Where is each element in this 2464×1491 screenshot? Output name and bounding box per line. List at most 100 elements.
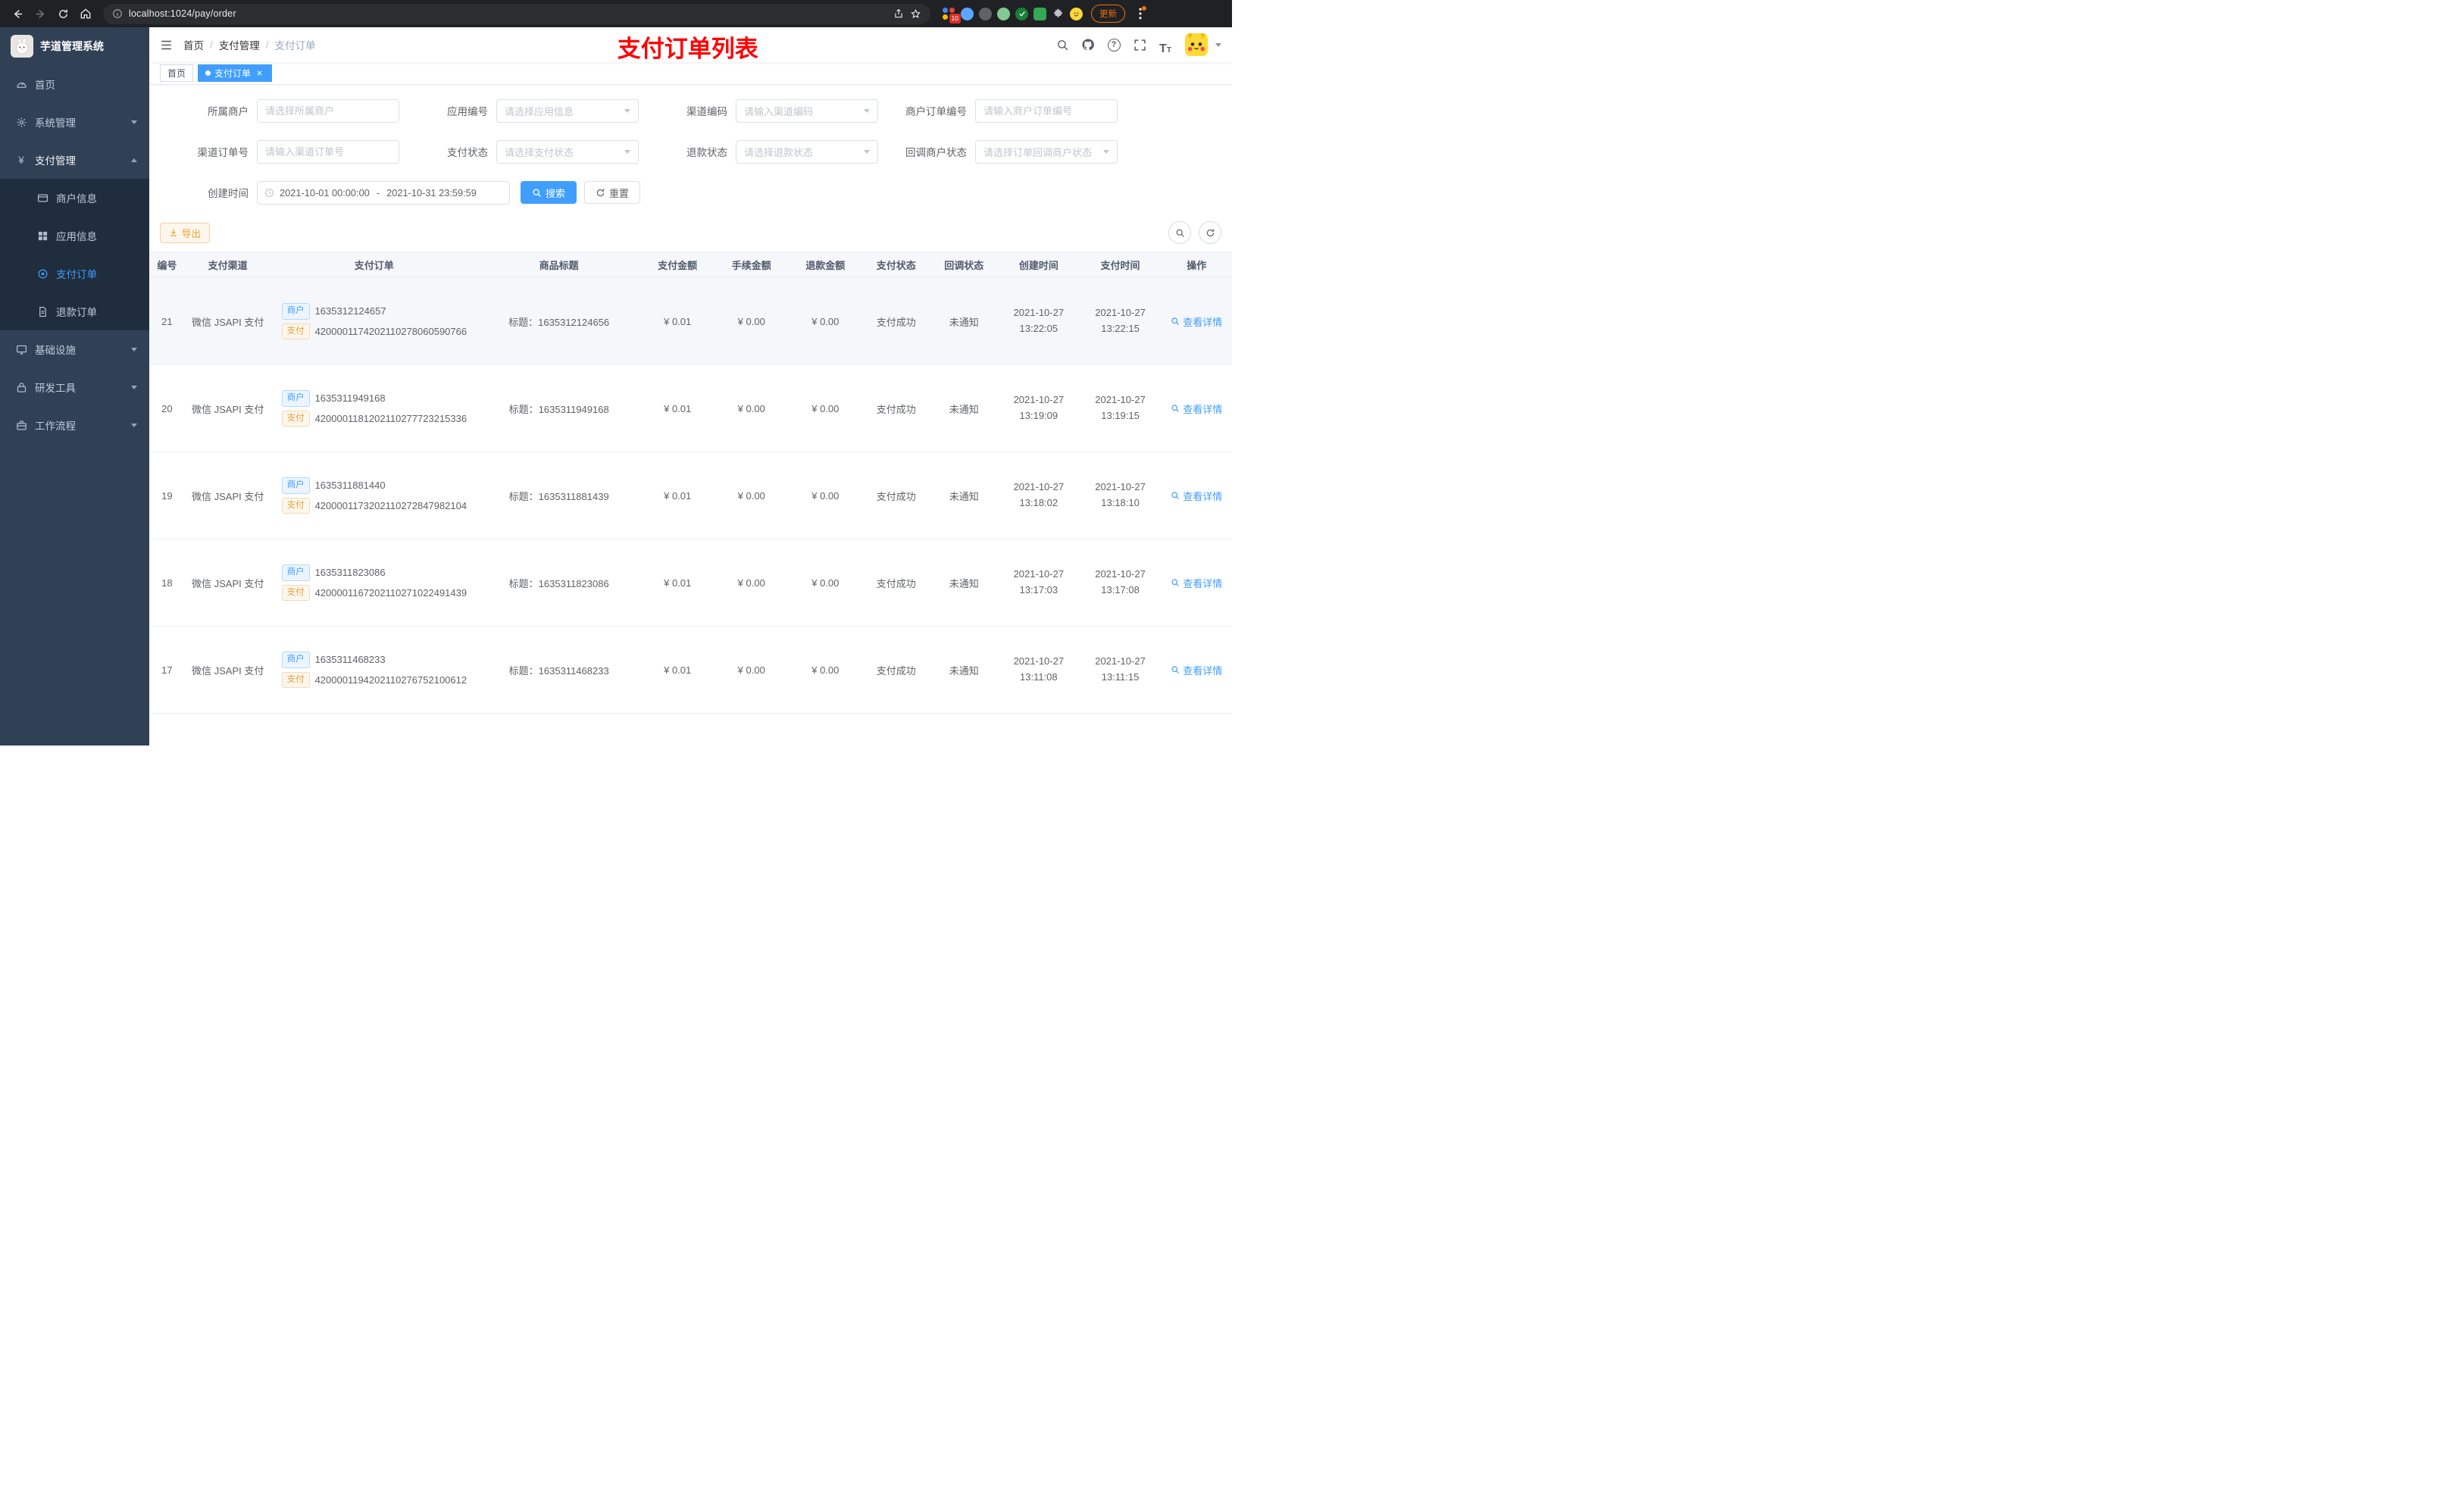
goods-title: 标题：1635311881439 <box>508 490 609 502</box>
top-navbar: 首页 / 支付管理 / 支付订单 支付订单列表 ? T T <box>149 27 1232 62</box>
profile-avatar-icon[interactable] <box>1070 7 1083 20</box>
filter-channel-code: 渠道编码 请输入渠道编码 <box>639 98 878 123</box>
filter-create-time: 创建时间 2021-10-01 00:00:00 - 2021-10-31 23… <box>160 180 641 205</box>
view-detail-link[interactable]: 查看详情 <box>1171 402 1222 416</box>
pay-channel: 微信 JSAPI 支付 <box>191 577 264 589</box>
date-end[interactable]: 2021-10-31 23:59:59 <box>386 187 477 198</box>
navbar-actions: ? TT <box>1052 33 1232 56</box>
site-info-icon[interactable] <box>112 8 123 19</box>
tab-pay-order[interactable]: 支付订单 <box>198 64 273 82</box>
channel-code-select[interactable]: 请输入渠道编码 <box>736 98 878 123</box>
search-button[interactable]: 搜索 <box>521 181 577 204</box>
font-size-icon[interactable]: TT <box>1155 34 1176 55</box>
create-time: 2021-10-27 13:19:09 <box>1013 394 1065 421</box>
search-button-label: 搜索 <box>546 187 566 199</box>
avatar-caret-icon[interactable] <box>1215 42 1221 47</box>
share-icon[interactable] <box>893 8 904 19</box>
sidebar-item-workflow[interactable]: 工作流程 <box>0 406 149 444</box>
merchant-tag: 商户 <box>281 652 310 668</box>
channel-order-no-field[interactable] <box>265 145 391 158</box>
close-icon[interactable] <box>255 68 264 78</box>
filter-channel-order-no: 渠道订单号 <box>160 139 399 164</box>
sidebar-item-merchant-info[interactable]: 商户信息 <box>0 179 149 217</box>
pay-time: 2021-10-27 13:17:08 <box>1095 568 1146 595</box>
reset-button[interactable]: 重置 <box>584 181 641 204</box>
notify-status: 未通知 <box>949 490 979 502</box>
col-status: 支付状态 <box>862 252 930 278</box>
notify-status: 未通知 <box>949 577 979 589</box>
date-start[interactable]: 2021-10-01 00:00:00 <box>280 187 370 198</box>
extension-check-icon[interactable] <box>1015 7 1028 20</box>
export-button[interactable]: 导出 <box>160 222 211 243</box>
view-detail-label: 查看详情 <box>1183 316 1223 328</box>
channel-pay-no: 4200001174202110278060590766 <box>314 325 467 337</box>
field-label: 应用编号 <box>447 106 488 117</box>
refund-amount: ¥ 0.00 <box>811 664 840 676</box>
merchant-order-no-input[interactable] <box>975 98 1118 123</box>
active-dot <box>205 70 211 76</box>
monitor-icon <box>15 344 27 355</box>
breadcrumb-home[interactable]: 首页 <box>183 37 204 52</box>
chevron-down-icon <box>131 423 137 427</box>
sidebar-item-payment[interactable]: ¥ 支付管理 <box>0 141 149 179</box>
pay-tag: 支付 <box>281 323 310 339</box>
col-create-time: 创建时间 <box>997 252 1080 278</box>
search-toggle-icon[interactable] <box>1168 221 1191 244</box>
extension-gray-icon[interactable] <box>979 7 992 20</box>
view-detail-link[interactable]: 查看详情 <box>1171 489 1222 503</box>
avatar[interactable] <box>1185 33 1208 56</box>
merchant-order-no-field[interactable] <box>983 105 1109 117</box>
puzzle-extensions-icon[interactable] <box>1052 8 1065 20</box>
target-icon <box>36 268 48 280</box>
view-detail-label: 查看详情 <box>1183 403 1223 415</box>
channel-pay-no: 4200001173202110272847982104 <box>314 499 467 511</box>
back-icon[interactable] <box>8 4 27 23</box>
sidebar-item-pay-order[interactable]: 支付订单 <box>0 255 149 292</box>
refund-amount: ¥ 0.00 <box>811 315 840 327</box>
fullscreen-icon[interactable] <box>1129 34 1150 55</box>
view-detail-link[interactable]: 查看详情 <box>1171 576 1222 590</box>
view-detail-link[interactable]: 查看详情 <box>1171 663 1222 677</box>
sidebar-item-home[interactable]: 首页 <box>0 65 149 103</box>
sidebar-item-system[interactable]: 系统管理 <box>0 103 149 141</box>
merchant-input[interactable] <box>257 98 399 123</box>
create-time: 2021-10-27 13:17:03 <box>1013 568 1065 595</box>
view-detail-link[interactable]: 查看详情 <box>1171 314 1222 329</box>
sidebar-item-refund-order[interactable]: 退款订单 <box>0 292 149 330</box>
url-text[interactable]: localhost:1024/pay/order <box>129 8 887 19</box>
merchant-tag: 商户 <box>281 564 310 581</box>
home-icon[interactable] <box>76 4 95 23</box>
channel-order-no-input[interactable] <box>257 139 399 164</box>
refresh-icon[interactable] <box>1199 221 1221 244</box>
refund-status-select[interactable]: 请选择退款状态 <box>736 139 878 164</box>
app-select[interactable]: 请选择应用信息 <box>496 98 639 123</box>
breadcrumb-parent[interactable]: 支付管理 <box>219 37 260 52</box>
merchant-input-field[interactable] <box>265 105 391 117</box>
hamburger-icon[interactable] <box>149 27 183 62</box>
help-icon[interactable]: ? <box>1103 34 1124 55</box>
browser-update-button[interactable]: 更新 <box>1091 5 1125 23</box>
sidebar-item-infra[interactable]: 基础设施 <box>0 330 149 368</box>
notify-status-select[interactable]: 请选择订单回调商户状态 <box>975 139 1118 164</box>
tab-home[interactable]: 首页 <box>160 64 194 82</box>
filter-notify-status: 回调商户状态 请选择订单回调商户状态 <box>878 139 1118 164</box>
address-bar[interactable]: localhost:1024/pay/order <box>103 3 930 24</box>
forward-icon[interactable] <box>30 4 50 23</box>
pay-status-select[interactable]: 请选择支付状态 <box>496 139 639 164</box>
sidebar-item-devtools[interactable]: 研发工具 <box>0 368 149 406</box>
extension-drop-icon[interactable] <box>961 7 974 20</box>
merchant-order-no: 1635311823086 <box>314 567 386 579</box>
extension-square-icon[interactable] <box>1033 7 1046 20</box>
reload-icon[interactable] <box>53 4 73 23</box>
col-actions: 操作 <box>1161 252 1232 278</box>
grid-icon <box>36 230 48 242</box>
search-icon[interactable] <box>1052 34 1073 55</box>
sidebar-item-app-info[interactable]: 应用信息 <box>0 217 149 255</box>
extension-green-icon[interactable] <box>997 7 1010 20</box>
extension-colordots-icon[interactable]: 10 <box>943 7 961 23</box>
app-logo[interactable]: 芋道管理系统 <box>0 27 149 65</box>
date-range-picker[interactable]: 2021-10-01 00:00:00 - 2021-10-31 23:59:5… <box>257 180 510 205</box>
browser-menu-icon[interactable] <box>1134 5 1147 22</box>
bookmark-star-icon[interactable] <box>910 8 921 20</box>
github-icon[interactable] <box>1077 34 1099 55</box>
